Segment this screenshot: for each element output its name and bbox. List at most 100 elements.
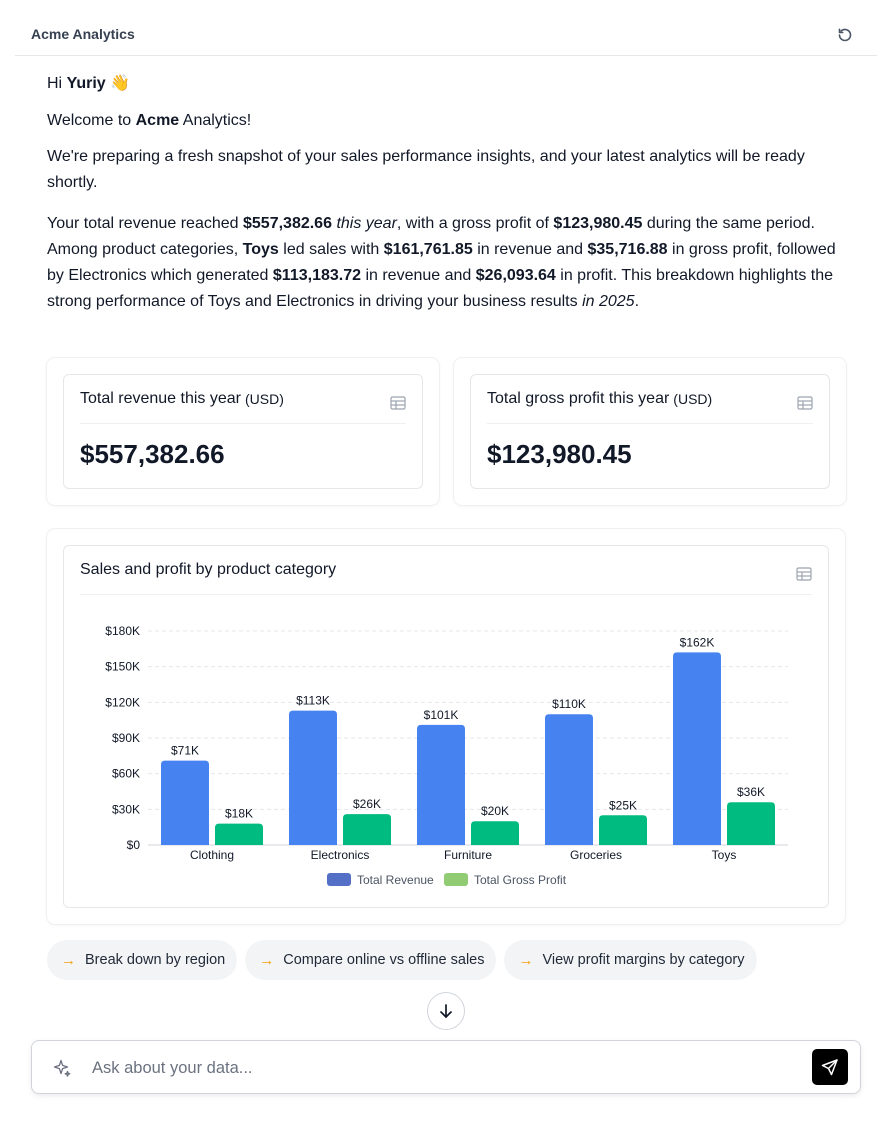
kpi-unit: (USD) — [673, 391, 713, 407]
bar-data-label: $101K — [424, 708, 459, 722]
summary-part: led sales with — [278, 241, 384, 258]
welcome-prefix: Welcome to — [47, 112, 136, 129]
summary-year: in 2025 — [582, 293, 635, 310]
y-tick-label: $60K — [112, 767, 140, 781]
table-view-icon[interactable] — [390, 396, 406, 410]
wave-emoji: 👋 — [110, 75, 131, 92]
legend-swatch — [327, 873, 351, 886]
revenue-bar — [161, 760, 209, 845]
sparkle-icon — [53, 1059, 71, 1077]
x-tick-label: Clothing — [190, 848, 234, 862]
x-tick-label: Electronics — [311, 848, 370, 862]
ask-input[interactable] — [92, 1051, 792, 1085]
kpi-title: Total gross profit this year — [487, 390, 670, 407]
suggestion-chips: → Break down by region → Compare online … — [47, 940, 757, 980]
app-window: Acme Analytics Hi Yuriy 👋 Welcome to Acm… — [0, 0, 892, 1125]
kpi-title: Total revenue this year — [80, 390, 241, 407]
summary-toys-profit: $35,716.88 — [587, 241, 668, 258]
y-tick-label: $0 — [127, 838, 141, 852]
revenue-bar — [417, 724, 465, 845]
arrow-down-icon — [440, 1004, 452, 1018]
kpi-unit: (USD) — [244, 391, 284, 407]
revenue-bar — [673, 652, 721, 845]
bar-data-label: $110K — [552, 697, 586, 711]
bar-data-label: $26K — [353, 797, 381, 811]
bar-chart: $0 $30K $60K $90K $120K $150K $180K $71K $18K Clo… — [105, 624, 788, 887]
kpi-card-revenue: Total revenue this year (USD) $557,382.6… — [47, 358, 439, 505]
arrow-right-icon: → — [259, 951, 275, 969]
suggestion-label: View profit margins by category — [542, 952, 745, 968]
refresh-button[interactable] — [835, 25, 855, 45]
kpi-value: $123,980.45 — [487, 439, 632, 469]
summary-this-year: this year — [336, 215, 397, 232]
greeting-prefix: Hi — [47, 75, 67, 92]
suggestion-chip[interactable]: → Break down by region — [47, 940, 238, 980]
welcome-brand: Acme — [135, 112, 180, 129]
kpi-card-profit: Total gross profit this year (USD) $123,… — [454, 358, 846, 505]
chart-panel: Sales and profit by product category $0 $… — [63, 545, 829, 908]
summary-part: in revenue and — [361, 267, 476, 284]
table-view-icon[interactable] — [797, 396, 813, 410]
arrow-right-icon: → — [518, 951, 534, 969]
suggestion-label: Compare online vs offline sales — [283, 952, 485, 968]
suggestion-label: Break down by region — [85, 952, 226, 968]
chat-composer — [31, 1040, 861, 1094]
kpi-panel: Total revenue this year (USD) $557,382.6… — [63, 374, 423, 489]
arrow-right-icon: → — [61, 951, 76, 969]
bar-data-label: $18K — [225, 807, 253, 821]
suggestion-chip[interactable]: → Compare online vs offline sales — [245, 940, 497, 980]
suggestion-chip[interactable]: → View profit margins by category — [504, 940, 757, 980]
send-icon — [821, 1059, 838, 1076]
profit-bar — [471, 821, 519, 845]
bar-data-label: $162K — [680, 635, 715, 649]
x-tick-label: Groceries — [570, 848, 622, 862]
y-tick-label: $30K — [112, 802, 140, 816]
legend-label: Total Gross Profit — [474, 873, 567, 887]
app-title: Acme Analytics — [31, 26, 135, 42]
greeting: Hi Yuriy 👋 — [47, 72, 847, 96]
kpi-panel: Total gross profit this year (USD) $123,… — [470, 374, 830, 489]
summary-revenue: $557,382.66 — [243, 215, 332, 232]
summary-part: in revenue and — [472, 241, 588, 258]
revenue-bar — [545, 714, 593, 845]
welcome-line: Welcome to Acme Analytics! — [47, 108, 847, 134]
y-tick-label: $120K — [105, 695, 140, 709]
summary-part: . — [634, 293, 640, 310]
assistant-message: Hi Yuriy 👋 Welcome to Acme Analytics! We… — [47, 72, 847, 315]
scroll-down-button[interactable] — [427, 992, 465, 1030]
x-tick-label: Toys — [712, 848, 737, 862]
revenue-bar — [289, 710, 337, 845]
chart-card: Sales and profit by product category $0 $… — [47, 529, 845, 924]
summary-text: Your total revenue reached $557,382.66 t… — [47, 211, 847, 315]
kpi-header: Total gross profit this year (USD) — [487, 375, 813, 424]
y-tick-label: $180K — [105, 624, 140, 638]
summary-part: Your total revenue reached — [47, 215, 243, 232]
refresh-icon — [838, 28, 852, 42]
top-bar: Acme Analytics — [15, 14, 877, 56]
send-button[interactable] — [812, 1049, 848, 1085]
y-tick-label: $150K — [105, 660, 140, 674]
summary-profit: $123,980.45 — [553, 215, 643, 232]
preparing-text: We're preparing a fresh snapshot of your… — [47, 148, 805, 191]
user-name: Yuriy — [66, 75, 106, 92]
profit-bar — [343, 814, 391, 845]
summary-top-category: Toys — [242, 241, 279, 258]
summary-elec-profit: $26,093.64 — [475, 267, 556, 284]
legend-swatch — [444, 873, 468, 886]
profit-bar — [599, 815, 647, 845]
profit-bar — [215, 823, 263, 845]
x-tick-label: Furniture — [444, 848, 492, 862]
bar-data-label: $25K — [609, 798, 637, 812]
welcome-suffix: Analytics! — [179, 112, 252, 129]
profit-bar — [727, 802, 775, 845]
y-tick-label: $90K — [112, 731, 140, 745]
kpi-value: $557,382.66 — [80, 439, 225, 469]
bar-data-label: $71K — [171, 744, 199, 758]
summary-toys-revenue: $161,761.85 — [383, 241, 473, 258]
kpi-header: Total revenue this year (USD) — [80, 375, 406, 424]
bar-data-label: $20K — [481, 804, 509, 818]
summary-part: , with a gross profit of — [396, 215, 554, 232]
bar-data-label: $113K — [296, 694, 330, 708]
legend-label: Total Revenue — [357, 873, 434, 887]
summary-elec-revenue: $113,183.72 — [272, 267, 361, 284]
